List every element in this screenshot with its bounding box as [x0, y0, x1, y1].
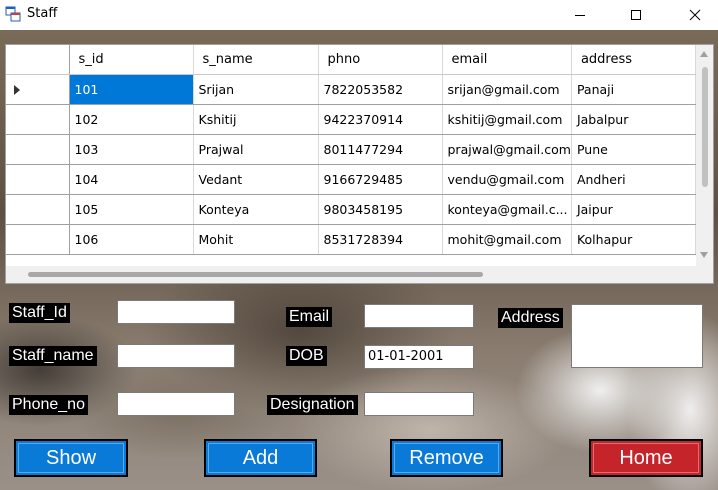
table-row[interactable]: 106 Mohit 8531728394 mohit@gmail.com Kol… — [6, 224, 696, 255]
column-header-address[interactable]: address — [571, 45, 696, 75]
email-input[interactable] — [364, 304, 474, 328]
cell-s-id[interactable]: 103 — [69, 134, 194, 165]
cell-email[interactable]: vendu@gmail.com — [442, 164, 572, 195]
address-label: Address — [498, 308, 563, 328]
cell-s-id[interactable]: 106 — [69, 224, 194, 255]
scroll-down-arrow-icon[interactable] — [700, 252, 708, 258]
cell-s-id[interactable]: 101 — [69, 74, 194, 105]
address-textarea[interactable] — [571, 304, 703, 368]
row-header[interactable] — [6, 224, 70, 255]
cell-address[interactable]: Andheri — [571, 164, 696, 195]
staff-name-label: Staff_name — [9, 346, 97, 366]
close-icon — [689, 9, 701, 21]
column-header-s-name[interactable]: s_name — [193, 45, 319, 75]
phone-no-input[interactable] — [117, 392, 235, 416]
table-row[interactable]: 103 Prajwal 8011477294 prajwal@gmail.com… — [6, 134, 696, 165]
close-button[interactable] — [672, 0, 718, 30]
home-button-focus-ring — [593, 443, 699, 473]
table-header-row: s_id s_name phno email address — [6, 45, 696, 75]
maximize-icon — [631, 10, 641, 20]
horizontal-scrollbar[interactable] — [6, 266, 698, 283]
column-header-email[interactable]: email — [442, 45, 572, 75]
title-bar: Staff — [0, 0, 718, 30]
row-header[interactable] — [6, 104, 70, 135]
row-header[interactable] — [6, 194, 70, 225]
current-row-arrow-icon — [14, 84, 20, 95]
phone-no-label: Phone_no — [9, 395, 88, 415]
horizontal-scroll-thumb[interactable] — [28, 272, 483, 277]
designation-label: Designation — [267, 395, 358, 415]
cell-email[interactable]: prajwal@gmail.com — [442, 134, 572, 165]
cell-email[interactable]: kshitij@gmail.com — [442, 104, 572, 135]
scroll-up-arrow-icon[interactable] — [700, 51, 708, 57]
scrollbar-corner — [696, 266, 713, 283]
cell-phno[interactable]: 9166729485 — [318, 164, 443, 195]
row-header-corner — [6, 45, 70, 75]
add-button[interactable]: Add — [204, 439, 317, 477]
cell-s-name[interactable]: Kshitij — [193, 104, 319, 135]
cell-s-id[interactable]: 102 — [69, 104, 194, 135]
window-title: Staff — [27, 6, 58, 21]
row-header[interactable] — [6, 134, 70, 165]
vertical-scroll-thumb[interactable] — [702, 67, 708, 187]
staff-name-input[interactable] — [117, 344, 235, 368]
minimize-icon — [575, 15, 585, 16]
remove-button[interactable]: Remove — [390, 439, 503, 477]
app-window-icon — [5, 6, 21, 22]
table-row[interactable]: 102 Kshitij 9422370914 kshitij@gmail.com… — [6, 104, 696, 135]
remove-button-focus-ring — [394, 443, 499, 473]
cell-address[interactable]: Jabalpur — [571, 104, 696, 135]
cell-phno[interactable]: 8531728394 — [318, 224, 443, 255]
cell-s-id[interactable]: 105 — [69, 194, 194, 225]
cell-phno[interactable]: 9422370914 — [318, 104, 443, 135]
cell-address[interactable]: Pune — [571, 134, 696, 165]
cell-s-name[interactable]: Mohit — [193, 224, 319, 255]
staff-id-input[interactable] — [117, 300, 235, 324]
cell-phno[interactable]: 8011477294 — [318, 134, 443, 165]
column-header-s-id[interactable]: s_id — [69, 45, 194, 75]
minimize-button[interactable] — [557, 0, 603, 30]
vertical-scrollbar[interactable] — [696, 45, 713, 267]
maximize-button[interactable] — [613, 0, 659, 30]
cell-phno[interactable]: 7822053582 — [318, 74, 443, 105]
cell-email[interactable]: konteya@gmail.c... — [442, 194, 572, 225]
cell-address[interactable]: Kolhapur — [571, 224, 696, 255]
table-row[interactable]: 101 Srijan 7822053582 srijan@gmail.com P… — [6, 74, 696, 105]
cell-email[interactable]: mohit@gmail.com — [442, 224, 572, 255]
cell-phno[interactable]: 9803458195 — [318, 194, 443, 225]
home-button[interactable]: Home — [589, 439, 703, 477]
cell-s-name[interactable]: Konteya — [193, 194, 319, 225]
table-row[interactable]: 105 Konteya 9803458195 konteya@gmail.c..… — [6, 194, 696, 225]
table-row[interactable]: 104 Vedant 9166729485 vendu@gmail.com An… — [6, 164, 696, 195]
show-button-focus-ring — [18, 443, 124, 473]
dob-input[interactable]: 01-01-2001 — [364, 345, 474, 369]
show-button[interactable]: Show — [14, 439, 128, 477]
cell-s-id[interactable]: 104 — [69, 164, 194, 195]
cell-address[interactable]: Panaji — [571, 74, 696, 105]
row-header[interactable] — [6, 74, 70, 105]
cell-s-name[interactable]: Vedant — [193, 164, 319, 195]
cell-s-name[interactable]: Srijan — [193, 74, 319, 105]
dob-label: DOB — [286, 346, 327, 366]
designation-input[interactable] — [364, 392, 474, 416]
add-button-focus-ring — [208, 443, 313, 473]
cell-email[interactable]: srijan@gmail.com — [442, 74, 572, 105]
cell-s-name[interactable]: Prajwal — [193, 134, 319, 165]
staff-table: s_id s_name phno email address 101 Srija… — [6, 45, 696, 255]
email-label: Email — [286, 307, 333, 327]
column-header-phno[interactable]: phno — [318, 45, 443, 75]
row-header[interactable] — [6, 164, 70, 195]
staff-data-grid[interactable]: s_id s_name phno email address 101 Srija… — [5, 44, 714, 284]
cell-address[interactable]: Jaipur — [571, 194, 696, 225]
staff-id-label: Staff_Id — [9, 303, 70, 323]
